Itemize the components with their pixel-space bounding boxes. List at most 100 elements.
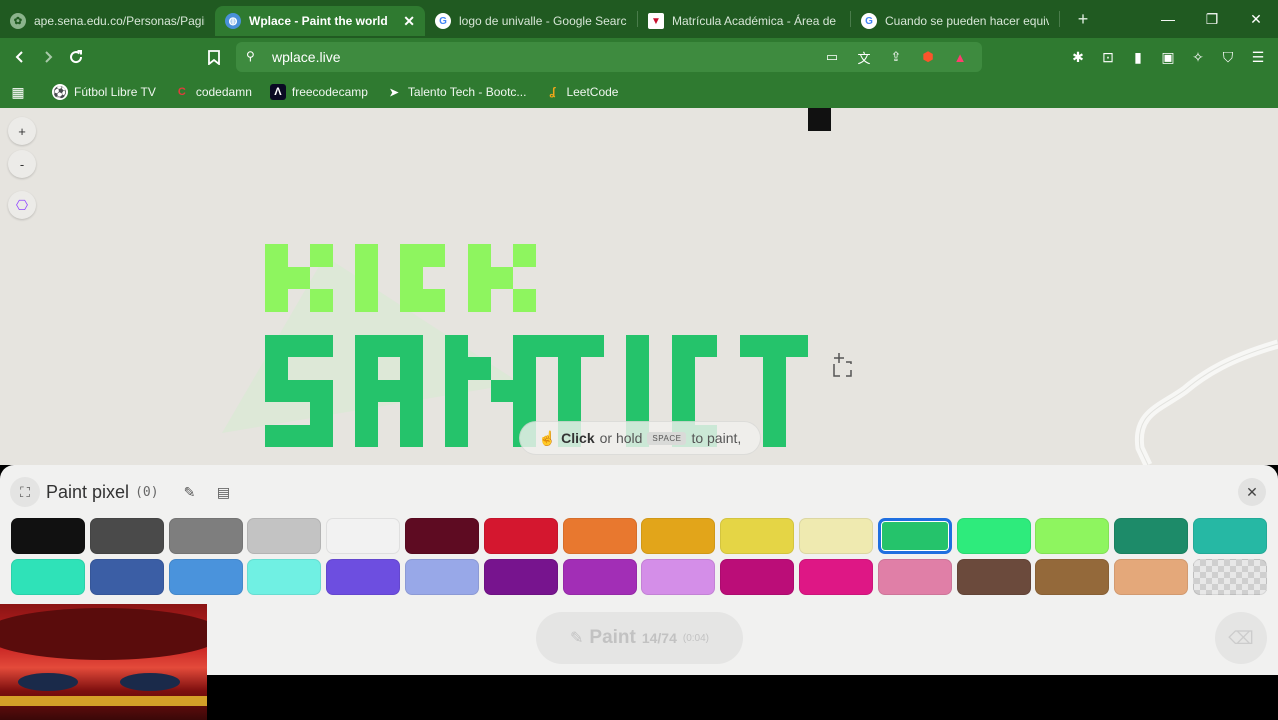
forward-icon[interactable] bbox=[34, 43, 62, 71]
translate-icon[interactable]: 文 bbox=[852, 45, 876, 69]
color-swatch[interactable] bbox=[405, 559, 479, 595]
color-swatch[interactable] bbox=[89, 559, 164, 595]
crosshair-cursor-icon bbox=[833, 353, 852, 377]
menu-icon[interactable]: ☰ bbox=[1246, 43, 1270, 71]
address-bar[interactable]: ⚲ wplace.live ▭ 文 ⇪ ⬢ ▲ bbox=[236, 42, 982, 72]
close-window-icon[interactable]: ✕ bbox=[1234, 0, 1278, 38]
tab-title: Cuando se pueden hacer equivale bbox=[885, 14, 1049, 28]
palette-store-icon[interactable]: ▤ bbox=[209, 477, 239, 507]
bookmark-label: LeetCode bbox=[566, 85, 619, 99]
twitch-icon[interactable]: ⎔ bbox=[8, 191, 36, 219]
sidebar-icon[interactable]: ▮ bbox=[1126, 43, 1150, 71]
restore-icon[interactable]: ❐ bbox=[1190, 0, 1234, 38]
map-road-shape bbox=[1134, 339, 1278, 465]
color-swatch[interactable] bbox=[641, 559, 716, 595]
video-thumbnail bbox=[0, 604, 207, 720]
pixel-canvas[interactable]: + - ⎔ ☝ Click or hold SPACE to paint, bbox=[0, 108, 1278, 465]
eraser-button[interactable]: ⌫ bbox=[1215, 612, 1267, 664]
color-swatch[interactable] bbox=[168, 559, 243, 595]
cast-icon[interactable]: ▭ bbox=[820, 45, 844, 69]
tap-hand-icon: ☝ bbox=[538, 429, 557, 446]
color-swatch[interactable] bbox=[956, 559, 1031, 595]
color-swatch[interactable] bbox=[562, 518, 637, 554]
color-swatch[interactable] bbox=[799, 559, 873, 595]
minimize-icon[interactable]: — bbox=[1146, 0, 1190, 38]
bookmarks-bar: ▦ ⚽ Fútbol Libre TV C codedamn Λ freecod… bbox=[0, 76, 1278, 108]
extensions-icon[interactable]: ✱ bbox=[1066, 43, 1090, 71]
paint-hint-pill: ☝ Click or hold SPACE to paint, bbox=[519, 421, 761, 455]
paint-charges: 14/74 bbox=[641, 630, 677, 646]
color-swatch[interactable] bbox=[168, 518, 243, 554]
back-icon[interactable] bbox=[6, 43, 34, 71]
color-swatch[interactable] bbox=[641, 518, 716, 554]
reader-icon[interactable]: ⊡ bbox=[1096, 43, 1120, 71]
close-tab-icon[interactable]: ✕ bbox=[403, 13, 415, 30]
color-swatch[interactable] bbox=[326, 559, 401, 595]
color-swatch[interactable] bbox=[483, 518, 558, 554]
bookmark-label: freecodecamp bbox=[291, 85, 368, 99]
color-swatch[interactable] bbox=[1114, 518, 1189, 554]
left-eye-shape bbox=[18, 673, 78, 691]
leo-ai-icon[interactable]: ✧ bbox=[1186, 43, 1210, 71]
vpn-icon[interactable]: ⛉ bbox=[1216, 43, 1240, 71]
bookmark-leetcode[interactable]: ʆ LeetCode bbox=[544, 84, 618, 100]
paint-button[interactable]: ✎ Paint 14/74 (0:04) bbox=[536, 612, 743, 664]
reload-icon[interactable] bbox=[62, 43, 90, 71]
color-swatch[interactable] bbox=[1114, 559, 1189, 595]
color-swatch[interactable] bbox=[720, 518, 795, 554]
color-swatch[interactable] bbox=[247, 559, 322, 595]
bookmark-icon[interactable] bbox=[200, 43, 228, 71]
color-swatch[interactable] bbox=[247, 518, 322, 554]
bookmark-talento-tech[interactable]: ➤ Talento Tech - Bootc... bbox=[386, 84, 526, 100]
color-swatch[interactable] bbox=[877, 559, 952, 595]
zoom-in-button[interactable]: + bbox=[8, 117, 36, 145]
color-swatch[interactable] bbox=[720, 559, 795, 595]
color-swatch[interactable] bbox=[1035, 559, 1110, 595]
color-swatch[interactable] bbox=[1035, 518, 1110, 554]
talento-tech-icon: ➤ bbox=[389, 86, 399, 99]
tab-wplace[interactable]: ◍ Wplace - Paint the world ✕ bbox=[215, 6, 425, 36]
color-swatch[interactable] bbox=[956, 518, 1031, 554]
tab-matricula[interactable]: ▼ Matrícula Académica - Área de Re bbox=[638, 6, 850, 36]
color-swatch[interactable] bbox=[1193, 518, 1267, 554]
bookmark-codedamn[interactable]: C codedamn bbox=[174, 84, 252, 100]
black-pixel bbox=[808, 108, 831, 131]
panel-title: Paint pixel bbox=[46, 481, 130, 502]
bookmark-freecodecamp[interactable]: Λ freecodecamp bbox=[269, 84, 368, 100]
tab-title: ape.sena.edu.co/Personas/Paginas bbox=[34, 14, 205, 28]
color-swatch[interactable] bbox=[483, 559, 558, 595]
site-settings-icon[interactable]: ⚲ bbox=[246, 49, 255, 63]
color-swatch[interactable] bbox=[799, 518, 873, 554]
close-panel-button[interactable]: ✕ bbox=[1238, 478, 1266, 506]
eraser-icon: ⌫ bbox=[1228, 627, 1254, 648]
leetcode-icon: ʆ bbox=[549, 86, 556, 98]
brave-shields-icon[interactable]: ⬢ bbox=[916, 45, 940, 69]
eyedropper-icon[interactable]: ✎ bbox=[175, 477, 205, 507]
bookmark-label: Fútbol Libre TV bbox=[74, 85, 156, 99]
new-tab-button[interactable]: + bbox=[1068, 9, 1098, 30]
color-swatch[interactable] bbox=[89, 518, 164, 554]
brave-rewards-icon[interactable]: ▲ bbox=[948, 45, 972, 69]
color-swatch[interactable] bbox=[405, 518, 479, 554]
hint-or-hold: or hold bbox=[599, 430, 643, 446]
color-swatch[interactable] bbox=[326, 518, 401, 554]
share-icon[interactable]: ⇪ bbox=[884, 45, 908, 69]
bookmark-futbol-libre[interactable]: ⚽ Fútbol Libre TV bbox=[52, 84, 156, 100]
color-swatch-transparent[interactable] bbox=[1193, 559, 1267, 595]
canvas-art bbox=[222, 108, 1278, 465]
color-swatch[interactable] bbox=[11, 518, 85, 554]
fullscreen-icon[interactable]: ⛶ bbox=[10, 477, 40, 507]
color-swatch[interactable] bbox=[11, 559, 85, 595]
apps-grid-icon[interactable]: ▦ bbox=[4, 78, 32, 106]
univalle-favicon-icon: ▼ bbox=[648, 13, 664, 29]
tab-google-univalle[interactable]: G logo de univalle - Google Search bbox=[425, 6, 637, 36]
wallet-icon[interactable]: ▣ bbox=[1156, 43, 1180, 71]
color-swatch[interactable] bbox=[877, 518, 952, 554]
tab-google-equivale[interactable]: G Cuando se pueden hacer equivale bbox=[851, 6, 1059, 36]
google-favicon-icon: G bbox=[435, 13, 451, 29]
tab-sena[interactable]: ✿ ape.sena.edu.co/Personas/Paginas bbox=[0, 6, 215, 36]
panel-header: ⛶ Paint pixel (0) ✎ ▤ bbox=[10, 477, 239, 507]
right-eye-shape bbox=[120, 673, 180, 691]
zoom-out-button[interactable]: - bbox=[8, 150, 36, 178]
color-swatch[interactable] bbox=[562, 559, 637, 595]
